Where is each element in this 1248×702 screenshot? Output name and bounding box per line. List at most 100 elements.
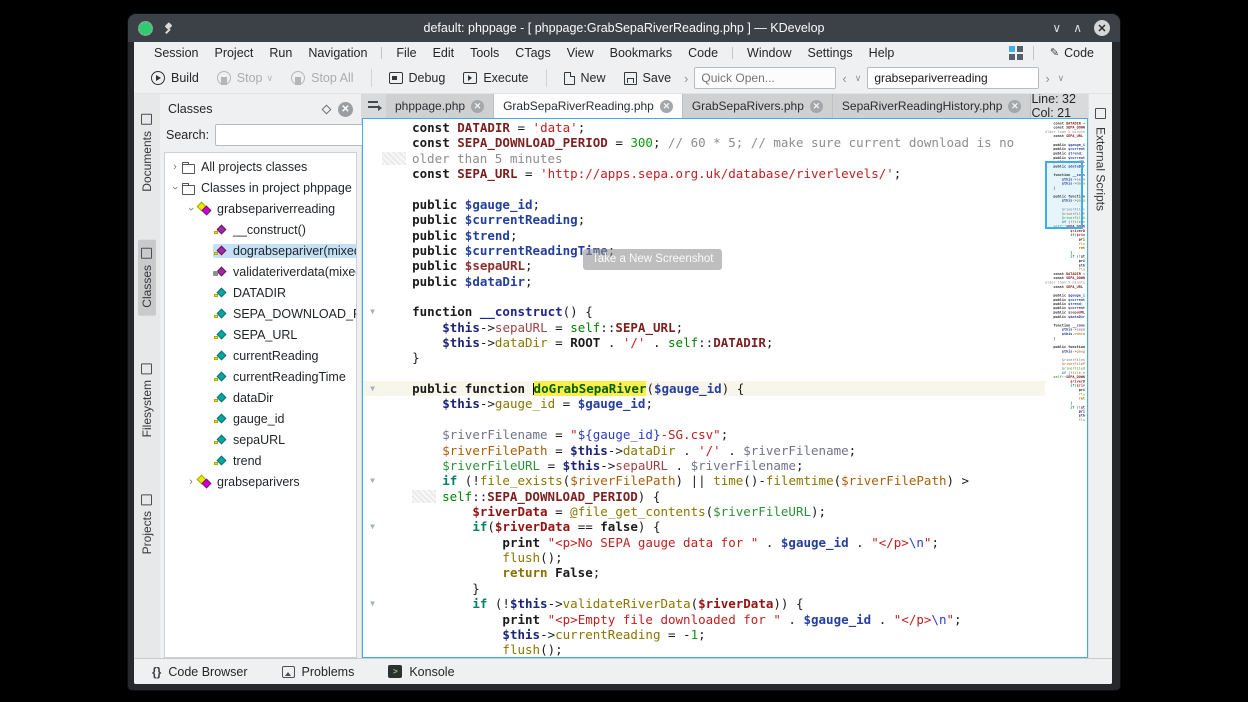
tab-close-icon[interactable]: ✕ [1008, 100, 1021, 113]
tree-item[interactable]: ›grabsepariverreading [165, 198, 356, 219]
code-line[interactable]: $riverData = @file_get_contents($riverFi… [363, 504, 1045, 519]
search-dropdown-chevron[interactable]: ∨ [853, 73, 864, 84]
menu-session[interactable]: Session [146, 45, 206, 61]
tree-item[interactable]: dataDir [165, 387, 356, 408]
code-line[interactable]: const SEPA_URL = 'http://apps.sepa.org.u… [363, 166, 1045, 181]
menu-help[interactable]: Help [861, 45, 903, 61]
menu-file[interactable]: File [388, 45, 424, 61]
expander-icon[interactable]: › [185, 476, 197, 488]
code-line[interactable]: ▼ if (!$this->validateRiverData($riverDa… [363, 596, 1045, 611]
code-line[interactable]: older than 5 minutes [363, 151, 1045, 166]
code-line[interactable]: $this->sepaURL = self::SEPA_URL; [363, 320, 1045, 335]
menu-project[interactable]: Project [206, 45, 261, 61]
titlebar[interactable]: default: phppage - [ phppage:GrabSepaRiv… [128, 14, 1120, 42]
pin-icon[interactable] [163, 23, 173, 33]
code-line[interactable]: public $trend; [363, 228, 1045, 243]
tree-item[interactable]: ›grabseparivers [165, 471, 356, 492]
toolview-external-scripts[interactable]: External Scripts [1094, 127, 1108, 211]
tree-item[interactable]: gauge_id [165, 408, 356, 429]
menu-ctags[interactable]: CTags [507, 45, 558, 61]
code-line[interactable]: $this->dataDir = ROOT . '/' . self::DATA… [363, 335, 1045, 350]
fold-marker-icon[interactable]: ▼ [363, 519, 382, 534]
execute-button[interactable]: Execute [456, 68, 535, 88]
minimap-viewport[interactable] [1045, 161, 1083, 229]
code-line[interactable]: flush(); [363, 550, 1045, 565]
menu-window[interactable]: Window [739, 45, 799, 61]
code-line[interactable]: public $dataDir; [363, 274, 1045, 289]
menu-run[interactable]: Run [261, 45, 300, 61]
toolview-documents[interactable]: Documents [138, 106, 156, 200]
search-input[interactable] [867, 67, 1039, 89]
tree-item[interactable]: trend [165, 450, 356, 471]
code-line[interactable]: print "<p>Empty file downloaded for " . … [363, 612, 1045, 627]
code-line[interactable]: return False; [363, 565, 1045, 580]
code-editor[interactable]: const DATADIR = 'data'; const SEPA_DOWNL… [362, 118, 1088, 658]
tab-close-icon[interactable]: ✕ [471, 100, 484, 113]
menu-view[interactable]: View [559, 45, 602, 61]
toolview-projects[interactable]: Projects [138, 486, 156, 562]
code-area[interactable]: const DATADIR = 'data'; const SEPA_DOWNL… [363, 120, 1045, 657]
tab-phppage.php[interactable]: phppage.php✕ [386, 94, 494, 118]
tab-GrabSepaRivers.php[interactable]: GrabSepaRivers.php✕ [683, 94, 833, 118]
code-line[interactable]: $riverFilename = "${gauge_id}-SG.csv"; [363, 427, 1045, 442]
tree-item[interactable]: validateriverdata(mixed) [165, 261, 356, 282]
fold-marker-icon[interactable]: ▼ [363, 473, 382, 488]
toolview-problems[interactable]: Problems [282, 665, 355, 679]
code-line[interactable]: $riverFileURL = $this->sepaURL . $riverF… [363, 458, 1045, 473]
code-line[interactable]: ▼ function __construct() { [363, 304, 1045, 319]
code-area-button[interactable]: ✎ Code [1044, 45, 1100, 61]
code-line[interactable] [363, 366, 1045, 381]
code-line[interactable]: $riverFilePath = $this->dataDir . '/' . … [363, 443, 1045, 458]
menu-navigation[interactable]: Navigation [300, 45, 375, 61]
toolview-filesystem[interactable]: Filesystem [138, 355, 156, 445]
code-line[interactable] [363, 289, 1045, 304]
code-line[interactable]: $this->currentReading = -1; [363, 627, 1045, 642]
code-line[interactable]: } [363, 350, 1045, 365]
fold-marker-icon[interactable]: ▼ [363, 381, 382, 396]
build-button[interactable]: Build [144, 68, 206, 88]
menu-tools[interactable]: Tools [462, 45, 507, 61]
fold-marker-icon[interactable]: ▼ [363, 304, 382, 319]
expander-icon[interactable]: › [185, 203, 197, 215]
quick-open-input[interactable] [694, 67, 836, 89]
stop-button[interactable]: Stop∨ [210, 68, 280, 88]
code-line[interactable]: ▼ if($riverData == false) { [363, 519, 1045, 534]
code-line[interactable]: const DATADIR = 'data'; [363, 120, 1045, 135]
close-panel-icon[interactable]: ✕ [338, 102, 353, 117]
code-line[interactable] [363, 181, 1045, 196]
stop-all-button[interactable]: Stop All [284, 68, 360, 88]
tab-SepaRiverReadingHistory.php[interactable]: SepaRiverReadingHistory.php✕ [833, 94, 1032, 118]
expander-icon[interactable]: › [169, 161, 181, 173]
tree-item[interactable]: currentReading [165, 345, 356, 366]
tab-close-icon[interactable]: ✕ [810, 100, 823, 113]
tree-item[interactable]: SEPA_URL [165, 324, 356, 345]
area-switcher-icon[interactable] [1009, 46, 1023, 60]
code-line[interactable] [363, 412, 1045, 427]
menu-edit[interactable]: Edit [425, 45, 463, 61]
tree-item[interactable]: ›All projects classes [165, 156, 356, 177]
code-line[interactable]: flush(); [363, 642, 1045, 657]
code-line[interactable]: ▼ public function doGrabSepaRiver($gauge… [363, 381, 1045, 396]
minimize-button[interactable]: ∨ [1052, 22, 1061, 34]
menu-code[interactable]: Code [680, 45, 726, 61]
tab-close-icon[interactable]: ✕ [660, 100, 673, 113]
search-prev-chevron[interactable]: ‹ [840, 71, 848, 86]
code-line[interactable]: public $currentReading; [363, 212, 1045, 227]
minimap-scrollbar[interactable]: const DATADIR = 'data'; const SEPA_DOWNL… [1045, 121, 1085, 655]
tab-GrabSepaRiverReading.php[interactable]: GrabSepaRiverReading.php✕ [494, 94, 683, 118]
save-button[interactable]: Save [617, 68, 679, 88]
tree-item[interactable]: ›Classes in project phppage [165, 177, 356, 198]
code-line[interactable]: public $gauge_id; [363, 197, 1045, 212]
expander-icon[interactable]: › [169, 182, 181, 194]
toolview-classes[interactable]: Classes [138, 240, 156, 316]
tree-item[interactable]: SEPA_DOWNLOAD_PERIOD [165, 303, 356, 324]
tree-item[interactable]: DATADIR [165, 282, 356, 303]
debug-button[interactable]: Debug [382, 68, 453, 88]
menu-settings[interactable]: Settings [800, 45, 861, 61]
code-line[interactable]: const SEPA_DOWNLOAD_PERIOD = 300; // 60 … [363, 135, 1045, 150]
toolbar-overflow-chevron[interactable]: › [682, 71, 690, 86]
tree-item[interactable]: dograbsepariver(mixed) [165, 240, 356, 261]
code-line[interactable]: self::SEPA_DOWNLOAD_PERIOD) { [363, 489, 1045, 504]
maximize-button[interactable]: ∧ [1073, 22, 1082, 34]
classes-search-input[interactable] [215, 124, 380, 146]
